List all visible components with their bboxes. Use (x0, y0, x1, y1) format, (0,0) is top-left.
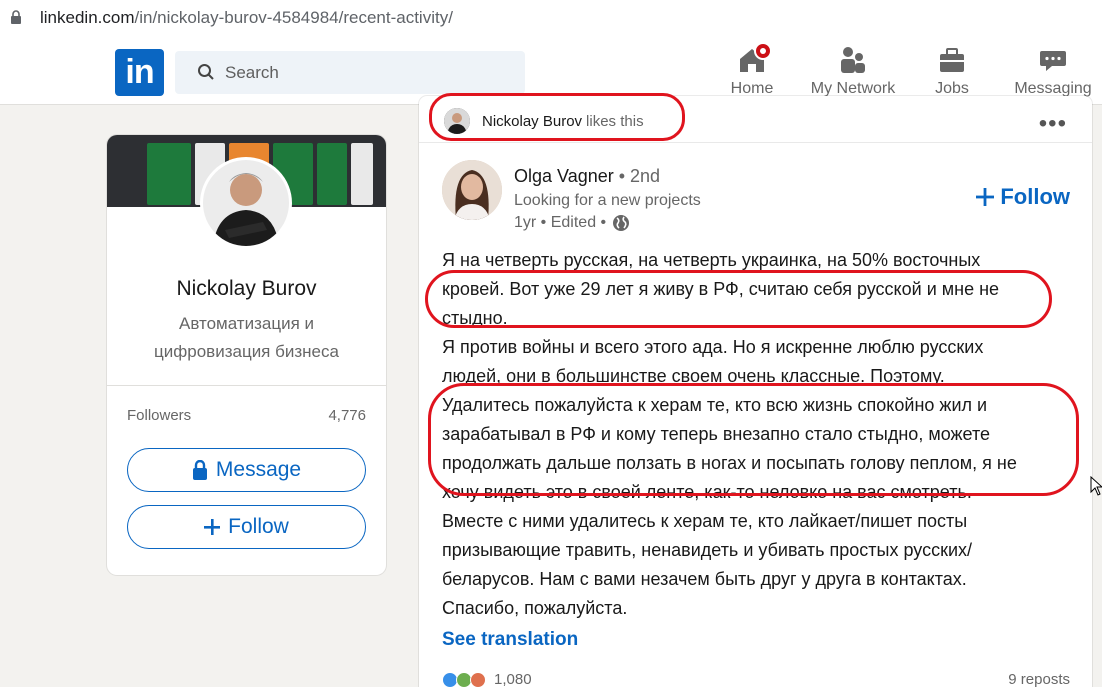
nav-jobs[interactable]: Jobs (930, 45, 974, 98)
author-headline: Looking for a new projects (514, 192, 701, 209)
author-avatar[interactable] (442, 160, 502, 220)
profile-name[interactable]: Nickolay Burov (107, 277, 386, 301)
reactions-count: 1,080 (494, 671, 532, 687)
network-icon (841, 47, 865, 73)
nav-my-network[interactable]: My Network (805, 45, 901, 98)
followers-count: 4,776 (328, 407, 366, 424)
post-text-line: продолжать дальше ползать в ногах и посы… (442, 453, 1017, 473)
search-placeholder: Search (225, 63, 279, 82)
post-text-line: призывающие травить, ненавидеть и убиват… (442, 540, 973, 560)
liker-avatar-photo (444, 108, 470, 134)
reposts-count[interactable]: 9 reposts (1008, 671, 1070, 687)
divider (107, 385, 386, 386)
search-input[interactable]: Search (175, 51, 525, 94)
plus-icon (976, 188, 995, 206)
post-text-line: стыдно. (442, 308, 508, 328)
message-button[interactable]: Message (127, 448, 366, 492)
profile-avatar-photo (203, 160, 289, 246)
url-path: /in/nickolay-burov-4584984/recent-activi… (134, 8, 453, 27)
love-reaction-icon (470, 671, 486, 687)
top-nav: in Search Home My Network Jobs Messaging (0, 37, 1102, 105)
globe-icon (613, 215, 630, 231)
more-options-icon[interactable]: ••• (1039, 110, 1067, 138)
post-text-line: хочу видеть это в своей ленте, как-то не… (442, 482, 972, 502)
follow-button-label: Follow (228, 515, 289, 538)
post-text-line: Вместе с ними удалитесь к херам те, кто … (442, 511, 968, 531)
post-time: 1yr • Edited • (514, 214, 607, 231)
linkedin-logo[interactable]: in (115, 49, 164, 96)
liker-action: likes this (586, 112, 644, 130)
browser-address-bar[interactable]: linkedin.com/in/nickolay-burov-4584984/r… (0, 0, 1102, 37)
post-text-line: Я против войны и всего этого ада. Но я и… (442, 337, 984, 357)
follow-author-button[interactable]: Follow (976, 184, 1070, 210)
profile-card: Nickolay Burov Автоматизация и цифровиза… (107, 135, 386, 575)
post-text-line: Удалитесь пожалуйста к херам те, кто всю… (442, 395, 988, 415)
message-button-label: Message (215, 458, 302, 481)
nav-messaging[interactable]: Messaging (1008, 45, 1098, 98)
author-name[interactable]: Olga Vagner (514, 166, 614, 186)
mouse-cursor-icon (1090, 476, 1102, 496)
post-text-line: Я на четверть русская, на четверть украи… (442, 250, 981, 270)
post-text-line: кровей. Вот уже 29 лет я живу в РФ, счит… (442, 279, 1000, 299)
lock-icon (11, 10, 21, 24)
search-icon (198, 64, 214, 80)
notification-badge (754, 42, 772, 60)
post-text-line: Спасибо, пожалуйста. (442, 598, 628, 618)
briefcase-icon (940, 48, 964, 72)
plus-icon (204, 519, 221, 535)
divider (419, 142, 1092, 143)
url-host: linkedin.com (40, 8, 135, 27)
post-social-context: Nickolay Burov likes this (444, 108, 644, 134)
post-text-line: людей, они в большинстве своем очень кла… (442, 366, 945, 386)
reactions-summary[interactable]: 1,080 (442, 671, 532, 687)
profile-title: Автоматизация и цифровизация бизнеса (154, 314, 339, 361)
lock-icon (192, 460, 207, 480)
messaging-icon (1040, 51, 1066, 71)
post-text-line: беларусов. Нам с вами незачем быть друг … (442, 569, 967, 589)
post-body: Я на четверть русская, на четверть украи… (442, 246, 1072, 623)
url-text[interactable]: linkedin.com/in/nickolay-burov-4584984/r… (40, 8, 453, 28)
liker-name[interactable]: Nickolay Burov (482, 113, 582, 130)
profile-avatar[interactable] (200, 157, 292, 249)
post-meta: 1yr • Edited • (514, 214, 630, 232)
author-line: Olga Vagner • 2nd (514, 166, 660, 187)
liker-avatar[interactable] (444, 108, 470, 134)
followers-label: Followers (127, 407, 192, 424)
connection-degree: • 2nd (613, 166, 661, 186)
see-translation-link[interactable]: See translation (442, 629, 578, 651)
feed-post: Nickolay Burov likes this ••• Olga Vagne… (419, 96, 1092, 687)
follow-button[interactable]: Follow (127, 505, 366, 549)
follow-author-label: Follow (1000, 184, 1070, 209)
post-text-line: зарабатывал в РФ и кому теперь внезапно … (442, 424, 991, 444)
author-avatar-photo (442, 160, 502, 220)
nav-home[interactable]: Home (724, 42, 780, 98)
